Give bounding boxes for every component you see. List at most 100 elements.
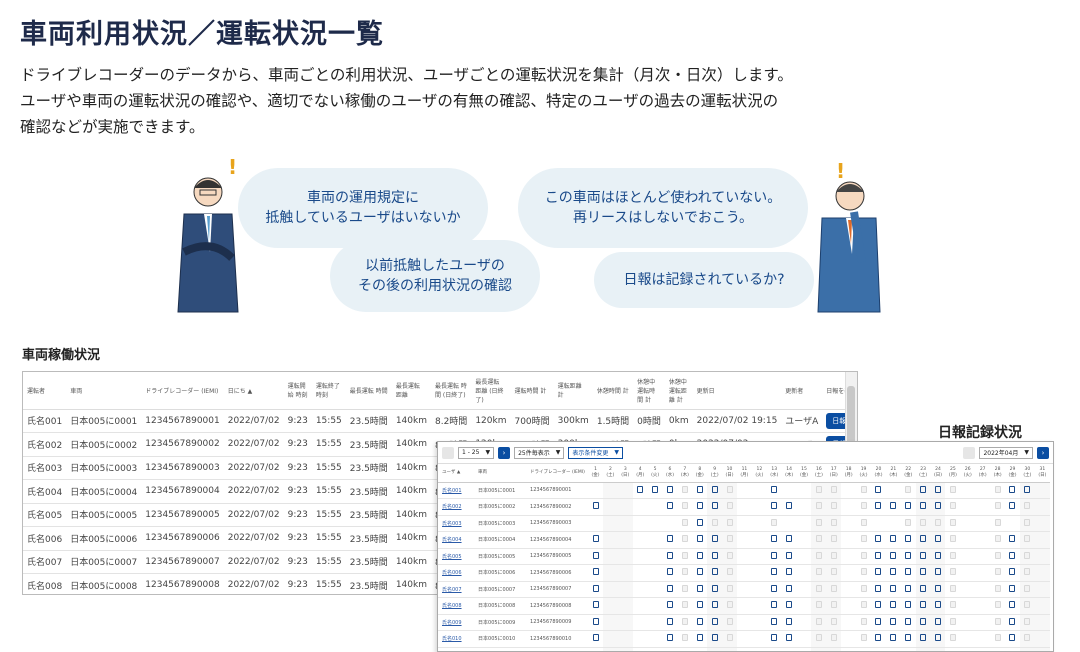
day-cell[interactable]: [781, 531, 797, 549]
day-cell[interactable]: [960, 498, 976, 516]
day-cell[interactable]: [722, 614, 737, 631]
day-cell[interactable]: [841, 630, 857, 648]
day-cell[interactable]: [736, 647, 752, 651]
day-cell[interactable]: [736, 548, 752, 565]
day-cell[interactable]: [841, 564, 857, 582]
day-cell[interactable]: [588, 564, 603, 582]
report-doc-icon[interactable]: [905, 568, 912, 576]
day-cell[interactable]: [990, 647, 1006, 651]
day-cell[interactable]: [707, 614, 723, 631]
day-cell[interactable]: [781, 597, 797, 615]
day-cell[interactable]: [692, 531, 708, 549]
day-cell[interactable]: [900, 630, 916, 648]
report-doc-icon[interactable]: [592, 584, 599, 592]
day-cell[interactable]: [662, 564, 678, 582]
day-cell[interactable]: [826, 647, 842, 651]
day-cell[interactable]: [617, 548, 633, 565]
day-cell[interactable]: [885, 581, 901, 598]
day-cell[interactable]: [736, 597, 752, 615]
user-link[interactable]: 氏名001: [438, 482, 475, 499]
day-cell[interactable]: [602, 531, 618, 549]
day-cell[interactable]: [900, 564, 916, 582]
day-cell[interactable]: [915, 482, 931, 499]
day-cell[interactable]: [990, 630, 1006, 648]
day-cell[interactable]: [662, 498, 678, 516]
day-cell[interactable]: [602, 482, 618, 499]
day-cell[interactable]: [692, 482, 708, 499]
day-cell[interactable]: [662, 647, 678, 651]
report-doc-icon[interactable]: [1009, 551, 1016, 559]
day-cell[interactable]: [766, 597, 782, 615]
day-cell[interactable]: [975, 564, 991, 582]
day-cell[interactable]: [1034, 647, 1050, 651]
day-cell[interactable]: [960, 614, 976, 631]
day-cell[interactable]: [662, 531, 678, 549]
column-header[interactable]: 車両: [66, 372, 142, 410]
day-cell[interactable]: [930, 597, 946, 615]
report-doc-icon[interactable]: [1024, 485, 1031, 493]
day-cell[interactable]: [647, 531, 663, 549]
report-doc-icon[interactable]: [711, 535, 718, 543]
column-header[interactable]: 休憩時間 計: [592, 372, 634, 410]
day-cell[interactable]: [871, 498, 886, 516]
day-cell[interactable]: [1005, 614, 1020, 631]
day-cell[interactable]: [766, 548, 782, 565]
day-cell[interactable]: [975, 498, 991, 516]
day-cell[interactable]: [736, 498, 752, 516]
column-header[interactable]: 車両: [474, 464, 527, 483]
day-cell[interactable]: [647, 548, 663, 565]
day-cell[interactable]: [1005, 581, 1020, 598]
day-cell[interactable]: [1034, 531, 1050, 549]
day-cell[interactable]: [945, 548, 961, 565]
day-cell[interactable]: [960, 564, 976, 582]
day-cell[interactable]: [766, 564, 782, 582]
day-cell[interactable]: [1019, 597, 1035, 615]
day-cell[interactable]: [632, 597, 648, 615]
report-doc-icon[interactable]: [786, 551, 793, 559]
day-cell[interactable]: [707, 498, 723, 516]
day-cell[interactable]: [692, 614, 708, 631]
day-cell[interactable]: [811, 614, 827, 631]
day-cell[interactable]: [871, 515, 886, 532]
report-doc-icon[interactable]: [935, 568, 941, 576]
day-cell[interactable]: [751, 498, 767, 516]
report-doc-icon[interactable]: [875, 535, 882, 543]
day-cell[interactable]: [602, 498, 618, 516]
day-cell[interactable]: [588, 614, 603, 631]
day-cell[interactable]: [871, 548, 886, 565]
report-doc-icon[interactable]: [935, 551, 941, 559]
day-cell[interactable]: [736, 614, 752, 631]
day-cell[interactable]: [632, 498, 648, 516]
day-cell[interactable]: [588, 515, 603, 532]
day-cell[interactable]: [900, 614, 916, 631]
day-cell[interactable]: [1034, 581, 1050, 598]
day-cell[interactable]: [1019, 614, 1035, 631]
day-cell[interactable]: [751, 581, 767, 598]
day-cell[interactable]: [811, 581, 827, 598]
report-doc-icon[interactable]: [637, 485, 644, 493]
change-condition-button[interactable]: 表示条件変更 ▼: [568, 446, 623, 459]
day-cell[interactable]: [632, 581, 648, 598]
day-cell[interactable]: [602, 614, 618, 631]
day-cell[interactable]: [975, 614, 991, 631]
day-cell[interactable]: [960, 548, 976, 565]
day-cell[interactable]: [662, 614, 678, 631]
report-doc-icon[interactable]: [935, 601, 941, 609]
report-doc-icon[interactable]: [890, 551, 897, 559]
day-cell[interactable]: [647, 515, 663, 532]
day-cell[interactable]: [826, 581, 842, 598]
day-cell[interactable]: [871, 581, 886, 598]
day-cell[interactable]: [900, 597, 916, 615]
day-cell[interactable]: [856, 564, 871, 582]
report-doc-icon[interactable]: [935, 485, 941, 493]
report-doc-icon[interactable]: [711, 601, 718, 609]
day-cell[interactable]: [707, 531, 723, 549]
day-cell[interactable]: [1034, 564, 1050, 582]
report-doc-icon[interactable]: [666, 584, 673, 592]
day-cell[interactable]: [990, 581, 1006, 598]
day-cell[interactable]: [1005, 597, 1020, 615]
day-cell[interactable]: [602, 515, 618, 532]
report-doc-icon[interactable]: [935, 634, 941, 642]
day-cell[interactable]: [796, 647, 812, 651]
day-cell[interactable]: [945, 564, 961, 582]
